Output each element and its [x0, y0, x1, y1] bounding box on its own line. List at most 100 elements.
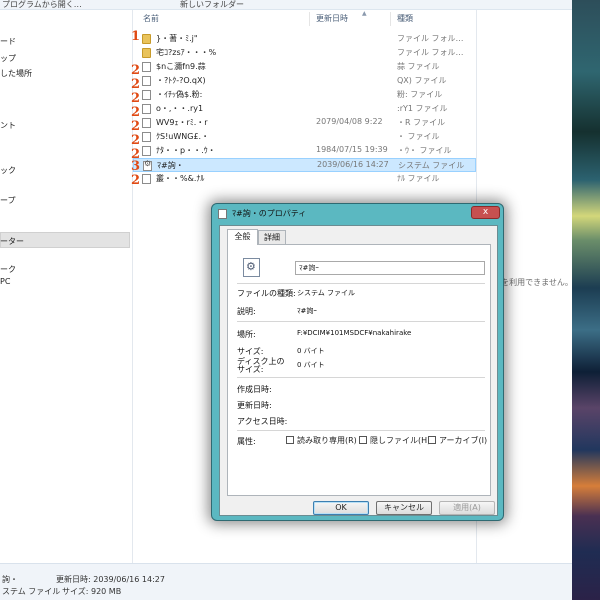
cancel-button[interactable]: キャンセル — [376, 501, 432, 515]
column-separator[interactable] — [390, 12, 391, 26]
file-row[interactable]: o・,・・.ry1 :rY1 ファイル — [133, 102, 476, 116]
file-type: ・R ファイル — [397, 118, 446, 127]
file-type: システム ファイル — [398, 161, 465, 170]
file-icon — [142, 104, 151, 114]
nav-item-pc[interactable]: PC — [0, 277, 10, 286]
folder-icon — [142, 48, 151, 58]
file-row[interactable]: ・?ﾄｸ-?O.qX) QX) ファイル — [133, 74, 476, 88]
file-row-selected[interactable]: ﾏ#詢・ 2039/06/16 14:27 システム ファイル — [133, 158, 476, 172]
file-type: ファイル フォル… — [397, 48, 464, 57]
general-tab-panel: ﾏ#詢ｰ ファイルの種類: システム ファイル 説明: ﾏ#詢ｰ 場所: F:¥… — [227, 244, 491, 496]
file-row[interactable]: ﾅﾀ・・p・・.ｳ・ 1984/07/15 19:39 ・ｳ・ ファイル — [133, 144, 476, 158]
disk-size-value: 0 バイト — [297, 361, 325, 369]
disk-size-label: ディスク上のサイズ: — [237, 357, 285, 374]
system-file-icon — [143, 159, 152, 171]
file-row[interactable]: }・蓍・ﾐ.j" ファイル フォル… — [133, 32, 476, 46]
file-name: ・ｲﾁｯ偽$.粉: — [156, 90, 203, 99]
status-size: サイズ: 920 MB — [62, 587, 122, 596]
column-header-date[interactable]: 更新日時 — [316, 10, 348, 28]
ok-button[interactable]: OK — [313, 501, 369, 515]
annotation-2: 2 — [131, 91, 141, 106]
nav-item-desktop[interactable]: ップ — [0, 53, 16, 64]
apply-button[interactable]: 適用(A) — [439, 501, 495, 515]
nav-item-homegroup[interactable]: ープ — [0, 195, 16, 206]
readonly-checkbox[interactable]: 読み取り専用(R) — [286, 435, 357, 446]
annotation-2: 2 — [131, 77, 141, 92]
file-icon — [142, 90, 151, 100]
file-icon — [142, 76, 151, 86]
navigation-pane: ード ップ した場所 ント ック ープ ーター ーク PC — [0, 10, 133, 563]
file-name: $nこ瀰fn9.蒜 — [156, 62, 206, 71]
annotation-2: 2 — [131, 119, 141, 134]
checkbox-box[interactable] — [428, 436, 436, 444]
file-name: ﾏ#詢・ — [157, 161, 184, 170]
file-icon — [142, 62, 151, 72]
file-name: }・蓍・ﾐ.j" — [156, 34, 198, 43]
nav-item-downloads[interactable]: ード — [0, 36, 16, 47]
new-folder-button[interactable]: 新しいフォルダー — [180, 0, 244, 10]
hidden-checkbox[interactable]: 隠しファイル(H) — [359, 435, 430, 446]
nav-item-recent-places[interactable]: した場所 — [0, 68, 32, 79]
annotation-1: 1 — [131, 29, 141, 44]
file-type-label: ファイルの種類: — [237, 289, 296, 298]
file-row[interactable]: 宅ｺ?zsｱ・・・% ファイル フォル… — [133, 46, 476, 60]
divider — [237, 321, 485, 322]
description-value: ﾏ#詢ｰ — [297, 307, 317, 315]
file-type: 蒜 ファイル — [397, 62, 440, 71]
annotation-2: 2 — [131, 133, 141, 148]
column-header-name[interactable]: 名前 — [143, 10, 159, 28]
file-row[interactable]: 叢・・%&.ﾅﾙ ﾅﾙ ファイル — [133, 172, 476, 186]
nav-item-music[interactable]: ック — [0, 165, 16, 176]
divider — [237, 430, 485, 431]
file-icon — [142, 132, 151, 142]
file-name: 宅ｺ?zsｱ・・・% — [156, 48, 217, 57]
file-name: ｸS!uWNG£.・ — [156, 132, 210, 141]
file-icon — [218, 209, 227, 219]
checkbox-box[interactable] — [286, 436, 294, 444]
file-name: 叢・・%&.ﾅﾙ — [156, 174, 205, 183]
description-label: 説明: — [237, 307, 256, 316]
file-type-value: システム ファイル — [297, 289, 356, 297]
file-type: QX) ファイル — [397, 76, 447, 85]
file-type: ・ ファイル — [397, 132, 440, 141]
file-name-field[interactable]: ﾏ#詢ｰ — [295, 261, 485, 275]
size-value: 0 バイト — [297, 347, 325, 355]
file-date: 2039/06/16 14:27 — [317, 160, 389, 169]
file-type: ・ｳ・ ファイル — [397, 146, 452, 155]
annotation-3: 3 — [131, 159, 141, 174]
nav-item-computer[interactable]: ーター — [0, 236, 24, 247]
hidden-label: 隠しファイル(H) — [370, 436, 431, 445]
dialog-body: 全般 詳細 ﾏ#詢ｰ ファイルの種類: システム ファイル 説明: ﾏ#詢ｰ 場… — [219, 225, 498, 516]
nav-item-network[interactable]: ーク — [0, 264, 16, 275]
open-with-button[interactable]: プログラムから開く… — [2, 0, 82, 10]
location-value: F:¥DCIM¥101MSDCF¥nakahirake — [297, 329, 412, 337]
annotation-2: 2 — [131, 105, 141, 120]
properties-dialog: ﾏ#詢・のプロパティ x 全般 詳細 ﾏ#詢ｰ ファイルの種類: システム ファ… — [211, 203, 504, 521]
file-type: 粉: ファイル — [397, 90, 443, 99]
accessed-label: アクセス日時: — [237, 417, 288, 426]
file-name: WV9ｪ・rﾐ.・r — [156, 118, 208, 127]
archive-checkbox[interactable]: アーカイブ(I) — [428, 435, 487, 446]
nav-item-documents[interactable]: ント — [0, 120, 16, 131]
readonly-label: 読み取り専用(R) — [297, 436, 357, 445]
file-row[interactable]: ・ｲﾁｯ偽$.粉: 粉: ファイル — [133, 88, 476, 102]
tab-general[interactable]: 全般 — [227, 229, 258, 245]
column-separator[interactable] — [309, 12, 310, 26]
checkbox-box[interactable] — [359, 436, 367, 444]
file-type: :rY1 ファイル — [397, 104, 448, 113]
file-type: ﾅﾙ ファイル — [397, 174, 440, 183]
archive-label: アーカイブ(I) — [439, 436, 488, 445]
file-row[interactable]: $nこ瀰fn9.蒜 蒜 ファイル — [133, 60, 476, 74]
status-modified: 更新日時: 2039/06/16 14:27 — [56, 575, 165, 584]
file-icon — [142, 118, 151, 128]
modified-label: 更新日時: — [237, 401, 272, 410]
folder-icon — [142, 34, 151, 44]
file-type: ファイル フォル… — [397, 34, 464, 43]
file-row[interactable]: ｸS!uWNG£.・ ・ ファイル — [133, 130, 476, 144]
annotation-2: 2 — [131, 173, 141, 188]
column-header-type[interactable]: 種類 — [397, 10, 413, 28]
tab-details[interactable]: 詳細 — [258, 230, 286, 244]
desktop-wallpaper — [572, 0, 600, 600]
file-row[interactable]: WV9ｪ・rﾐ.・r 2079/04/08 9:22 ・R ファイル — [133, 116, 476, 130]
close-button[interactable]: x — [471, 206, 500, 219]
